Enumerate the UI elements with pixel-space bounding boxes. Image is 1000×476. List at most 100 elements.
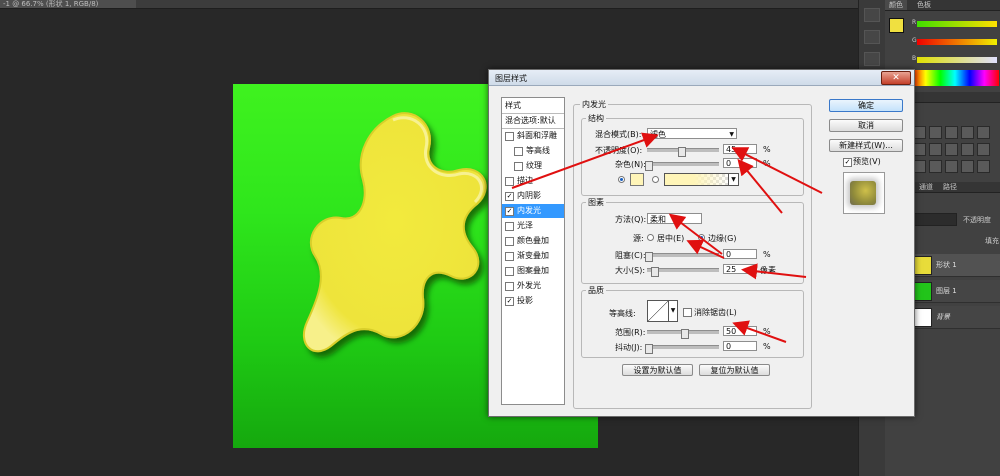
color-spectrum[interactable]: [911, 70, 999, 86]
preview-checkbox[interactable]: ✓: [843, 158, 852, 167]
source-edge-radio[interactable]: [698, 234, 705, 241]
styles-list: 样式 混合选项:默认 斜面和浮雕 等高线 纹理 描边 ✓ 内阴影 ✓ 内发光 光泽 颜色叠加 渐变叠…: [501, 97, 565, 405]
jitter-input[interactable]: 0: [723, 341, 757, 351]
character-icon[interactable]: [864, 52, 880, 66]
tab-paths[interactable]: 路径: [939, 182, 961, 192]
style-list-item[interactable]: 外发光: [502, 279, 564, 293]
reset-default-button[interactable]: 复位为默认值: [699, 364, 770, 376]
style-list-item[interactable]: ✓ 内发光: [502, 204, 564, 218]
layer-style-dialog: 图层样式 ✕ 样式 混合选项:默认 斜面和浮雕 等高线 纹理 描边 ✓ 内阴影 ✓ 内发光 光泽…: [488, 69, 915, 417]
opacity-label: 不透明度: [963, 216, 991, 224]
noise-slider-thumb[interactable]: [645, 161, 653, 171]
gradient-picker[interactable]: [664, 173, 730, 186]
style-list-item[interactable]: 纹理: [502, 159, 564, 173]
style-list-item[interactable]: 描边: [502, 174, 564, 188]
style-list-item[interactable]: 斜面和浮雕: [502, 129, 564, 143]
blending-options-item[interactable]: 混合选项:默认: [502, 114, 567, 128]
blue-slider[interactable]: [917, 57, 997, 63]
style-checkbox[interactable]: [514, 147, 523, 156]
foreground-color-swatch[interactable]: [889, 18, 904, 33]
close-icon[interactable]: ✕: [881, 71, 911, 85]
quality-label: 品质: [586, 285, 606, 296]
ok-button[interactable]: 确定: [829, 99, 903, 112]
style-list-item[interactable]: 光泽: [502, 219, 564, 233]
noise-slider[interactable]: [647, 162, 719, 166]
range-input[interactable]: 50: [723, 326, 757, 336]
style-list-item-label: 图案叠加: [517, 266, 549, 275]
opacity-slider-thumb[interactable]: [678, 147, 686, 157]
vibrance-icon[interactable]: [977, 126, 990, 139]
size-input[interactable]: 25: [723, 264, 757, 274]
size-slider-thumb[interactable]: [651, 267, 659, 277]
style-checkbox[interactable]: [505, 132, 514, 141]
blend-mode-dropdown[interactable]: 滤色 ▼: [647, 128, 737, 139]
choke-label: 阻塞(C):: [615, 251, 646, 260]
blend-mode-select[interactable]: [911, 213, 957, 226]
noise-input[interactable]: 0: [723, 158, 757, 168]
cancel-button[interactable]: 取消: [829, 119, 903, 132]
style-checkbox[interactable]: ✓: [505, 207, 514, 216]
new-style-button[interactable]: 新建样式(W)...: [829, 139, 903, 152]
channel-mixer-icon[interactable]: [977, 143, 990, 156]
tab-color[interactable]: 颜色: [885, 0, 907, 10]
make-default-button[interactable]: 设置为默认值: [622, 364, 693, 376]
color-balance-icon[interactable]: [929, 143, 942, 156]
style-checkbox[interactable]: ✓: [505, 297, 514, 306]
choke-slider[interactable]: [647, 253, 719, 257]
anti-alias-checkbox[interactable]: [683, 308, 692, 317]
gradient-radio[interactable]: [652, 176, 659, 183]
choke-input[interactable]: 0: [723, 249, 757, 259]
anti-alias-label: 消除锯齿(L): [694, 308, 737, 317]
style-checkbox[interactable]: [505, 237, 514, 246]
style-list-item[interactable]: ✓ 内阴影: [502, 189, 564, 203]
contour-preview[interactable]: [647, 300, 669, 322]
curves-icon[interactable]: [945, 126, 958, 139]
source-center-radio[interactable]: [647, 234, 654, 241]
style-preview-thumbnail: [843, 172, 885, 214]
tab-swatches[interactable]: 色板: [913, 0, 935, 10]
style-list-item[interactable]: 等高线: [502, 144, 564, 158]
tab-channels[interactable]: 通道: [915, 182, 937, 192]
color-panel-tabs: 颜色 色板: [885, 0, 1000, 11]
style-checkbox[interactable]: ✓: [505, 192, 514, 201]
red-slider[interactable]: [917, 21, 997, 27]
range-slider-thumb[interactable]: [681, 329, 689, 339]
bw-icon[interactable]: [945, 143, 958, 156]
exposure-icon[interactable]: [961, 126, 974, 139]
style-checkbox[interactable]: [505, 222, 514, 231]
photo-filter-icon[interactable]: [961, 143, 974, 156]
chevron-down-icon[interactable]: ▼: [728, 173, 739, 186]
opacity-input[interactable]: 45: [723, 144, 757, 154]
layer-name: 背景: [936, 313, 950, 321]
history-icon[interactable]: [864, 8, 880, 22]
document-tab[interactable]: -1 @ 66.7% (形状 1, RGB/8): [0, 0, 136, 8]
choke-slider-thumb[interactable]: [645, 252, 653, 262]
style-list-item[interactable]: ✓ 投影: [502, 294, 564, 308]
dialog-title-bar[interactable]: 图层样式 ✕: [489, 70, 914, 86]
noise-label: 杂色(N):: [615, 160, 646, 169]
style-checkbox[interactable]: [514, 162, 523, 171]
jitter-slider-thumb[interactable]: [645, 344, 653, 354]
style-list-item[interactable]: 渐变叠加: [502, 249, 564, 263]
posterize-icon[interactable]: [929, 160, 942, 173]
selective-color-icon[interactable]: [977, 160, 990, 173]
technique-dropdown[interactable]: 柔和: [647, 213, 702, 224]
style-checkbox[interactable]: [505, 177, 514, 186]
chevron-down-icon[interactable]: ▼: [668, 300, 678, 322]
choke-percent: %: [763, 250, 771, 259]
style-checkbox[interactable]: [505, 252, 514, 261]
style-list-item[interactable]: 颜色叠加: [502, 234, 564, 248]
solid-color-radio[interactable]: [618, 176, 625, 183]
style-checkbox[interactable]: [505, 267, 514, 276]
styles-header[interactable]: 样式: [502, 99, 567, 113]
properties-icon[interactable]: [864, 30, 880, 44]
threshold-icon[interactable]: [945, 160, 958, 173]
green-slider[interactable]: [917, 39, 997, 45]
gradient-map-icon[interactable]: [961, 160, 974, 173]
levels-icon[interactable]: [929, 126, 942, 139]
glow-color-swatch[interactable]: [630, 173, 644, 186]
style-checkbox[interactable]: [505, 282, 514, 291]
style-list-item[interactable]: 图案叠加: [502, 264, 564, 278]
jitter-slider[interactable]: [647, 345, 719, 349]
chevron-down-icon: ▼: [729, 131, 734, 138]
